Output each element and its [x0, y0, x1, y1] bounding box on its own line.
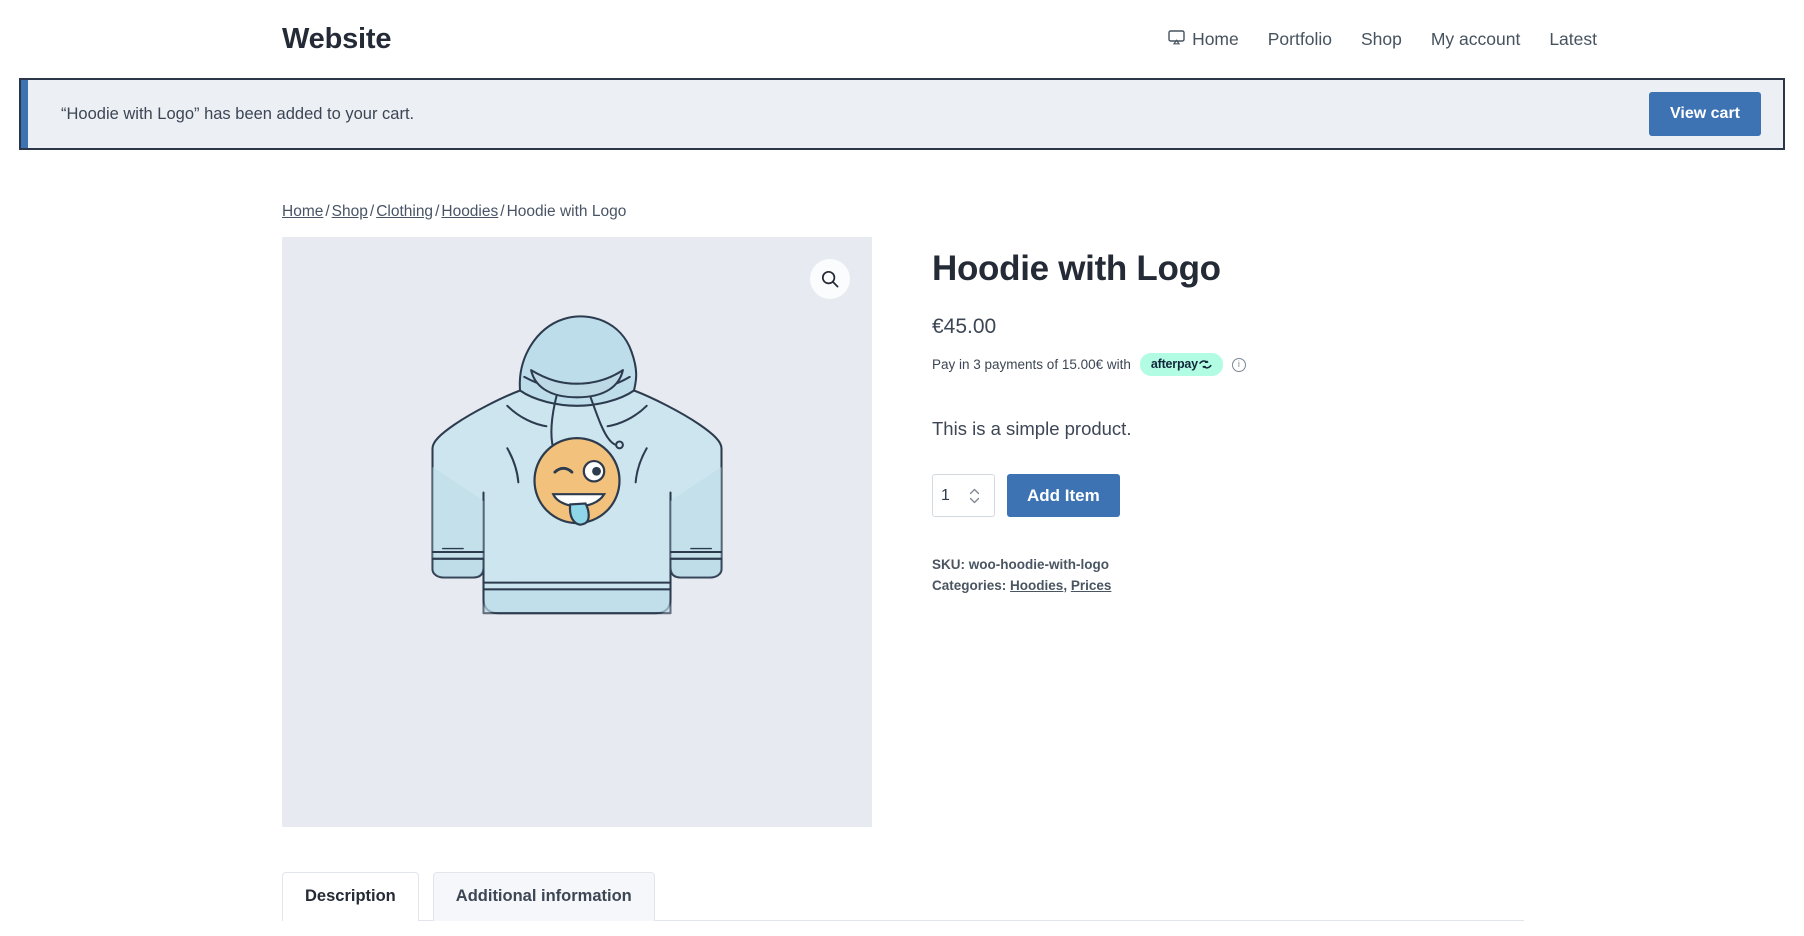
main-navigation: Home Portfolio Shop My account Latest — [1168, 29, 1764, 50]
quantity-spinner[interactable] — [969, 488, 980, 504]
category-link-hoodies[interactable]: Hoodies — [1010, 578, 1063, 593]
notice-container: “Hoodie with Logo” has been added to you… — [0, 78, 1804, 150]
product-summary: Hoodie with Logo €45.00 Pay in 3 payment… — [872, 237, 1512, 597]
breadcrumb-item-current: Hoodie with Logo — [506, 203, 627, 220]
nav-item-portfolio[interactable]: Portfolio — [1268, 29, 1332, 50]
product-sku-row: SKU: woo-hoodie-with-logo — [932, 555, 1512, 576]
product-price: €45.00 — [932, 315, 997, 338]
sku-value: woo-hoodie-with-logo — [968, 557, 1109, 572]
product-categories-row: Categories: Hoodies, Prices — [932, 576, 1512, 597]
nav-item-shop[interactable]: Shop — [1361, 29, 1402, 50]
afterpay-installments: Pay in 3 payments of 15.00€ with afterpa… — [932, 353, 1512, 376]
chevron-down-icon — [969, 497, 980, 503]
product-meta: SKU: woo-hoodie-with-logo Categories: Ho… — [932, 555, 1512, 597]
breadcrumb-item-hoodies[interactable]: Hoodies — [441, 203, 498, 220]
sku-label: SKU: — [932, 557, 965, 572]
nav-item-home-label: Home — [1192, 28, 1239, 49]
quantity-stepper[interactable] — [932, 474, 995, 517]
add-to-cart-button[interactable]: Add Item — [1007, 474, 1120, 517]
breadcrumb-item-clothing[interactable]: Clothing — [376, 203, 433, 220]
product-tabs: Description Additional information — [282, 872, 1524, 921]
breadcrumb-item-home[interactable]: Home — [282, 203, 323, 220]
product-tabs-container: Description Additional information — [282, 872, 1524, 921]
nav-item-home[interactable]: Home — [1168, 29, 1239, 50]
breadcrumb-separator: / — [500, 203, 505, 220]
page-title: Hoodie with Logo — [932, 249, 1221, 288]
categories-separator: , — [1063, 577, 1071, 593]
breadcrumb: Home / Shop / Clothing / Hoodies / Hoodie with L… — [282, 203, 1804, 221]
nav-item-my-account[interactable]: My account — [1431, 29, 1520, 50]
afterpay-logo[interactable]: afterpay — [1139, 353, 1223, 376]
site-brand[interactable]: Website — [282, 23, 391, 56]
product-gallery[interactable] — [282, 237, 872, 827]
info-icon[interactable]: i — [1231, 357, 1246, 372]
monitor-icon — [1168, 29, 1185, 50]
breadcrumb-separator: / — [325, 203, 330, 220]
categories-label: Categories: — [932, 577, 1007, 593]
product-image — [431, 315, 723, 615]
nav-item-latest[interactable]: Latest — [1549, 29, 1597, 50]
notice-message: “Hoodie with Logo” has been added to you… — [61, 104, 415, 123]
breadcrumb-item-shop[interactable]: Shop — [332, 203, 368, 220]
afterpay-mark-icon — [1199, 359, 1212, 369]
tab-description[interactable]: Description — [282, 872, 419, 921]
product-short-description: This is a simple product. — [932, 418, 1132, 439]
product-main: Hoodie with Logo €45.00 Pay in 3 payment… — [282, 237, 1804, 827]
breadcrumb-separator: / — [369, 203, 375, 220]
view-cart-button[interactable]: View cart — [1649, 92, 1761, 136]
quantity-input[interactable] — [941, 486, 969, 505]
cart-added-notice: “Hoodie with Logo” has been added to you… — [19, 78, 1785, 150]
afterpay-logo-label: afterpay — [1150, 357, 1198, 371]
category-link-prices[interactable]: Prices — [1071, 578, 1112, 593]
tab-additional-information[interactable]: Additional information — [432, 872, 655, 921]
site-header: Website Home Portfolio Shop My account L… — [0, 0, 1804, 78]
search-icon[interactable] — [810, 259, 850, 299]
add-to-cart-form: Add Item — [932, 474, 1512, 517]
afterpay-text: Pay in 3 payments of 15.00€ with — [932, 357, 1131, 372]
chevron-up-icon — [969, 488, 980, 494]
product-page: Home / Shop / Clothing / Hoodies / Hoodie with L… — [0, 150, 1804, 921]
